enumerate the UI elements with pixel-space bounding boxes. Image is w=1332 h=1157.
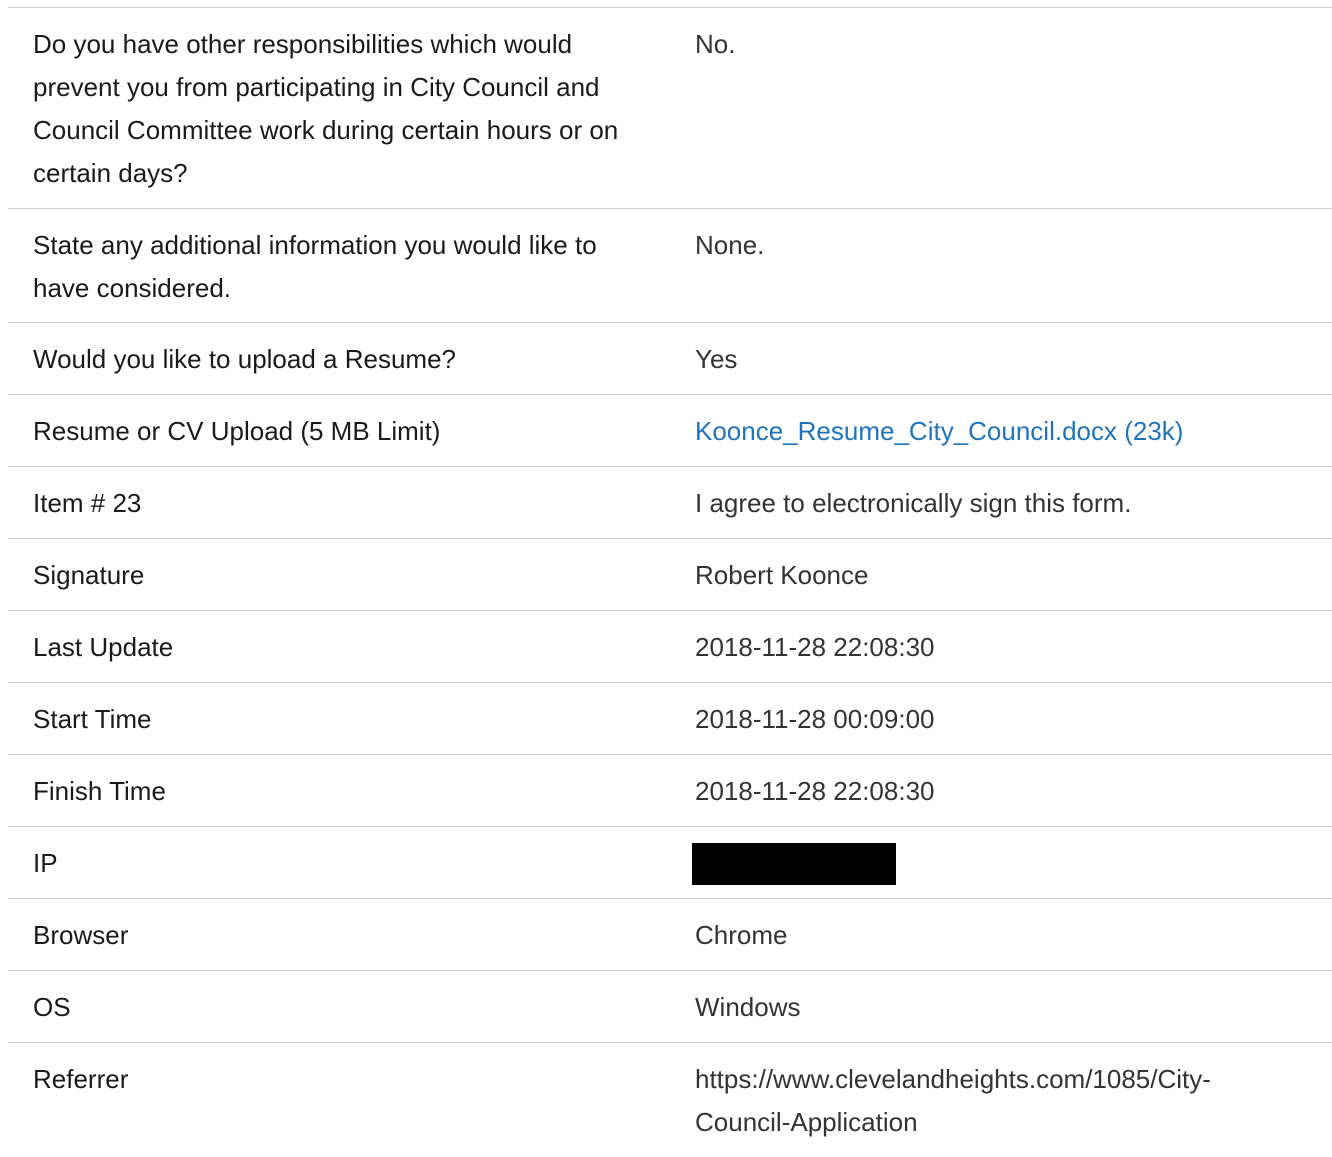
table-row: IP bbox=[8, 827, 1332, 899]
field-label: Browser bbox=[33, 920, 129, 950]
field-value: 2018-11-28 22:08:30 bbox=[695, 632, 935, 662]
redacted-ip-block bbox=[692, 843, 896, 885]
field-value: I agree to electronically sign this form… bbox=[695, 488, 1132, 518]
table-row: Last Update 2018-11-28 22:08:30 bbox=[8, 611, 1332, 683]
table-row: Browser Chrome bbox=[8, 899, 1332, 971]
field-label: Last Update bbox=[33, 632, 174, 662]
field-value bbox=[670, 827, 1332, 898]
field-label: Would you like to upload a Resume? bbox=[33, 344, 456, 374]
field-label: Start Time bbox=[33, 704, 152, 734]
resume-file-link[interactable]: Koonce_Resume_City_Council.docx (23k) bbox=[695, 416, 1183, 446]
field-label: Item # 23 bbox=[33, 488, 142, 518]
table-row: Finish Time 2018-11-28 22:08:30 bbox=[8, 755, 1332, 827]
field-value: No. bbox=[695, 29, 736, 59]
field-value: https://www.clevelandheights.com/1085/Ci… bbox=[695, 1064, 1211, 1137]
table-row: State any additional information you wou… bbox=[8, 209, 1332, 323]
field-value: Chrome bbox=[695, 920, 788, 950]
field-label: Referrer bbox=[33, 1064, 129, 1094]
table-row: Referrer https://www.clevelandheights.co… bbox=[8, 1043, 1332, 1157]
field-value: 2018-11-28 00:09:00 bbox=[695, 704, 935, 734]
field-value: None. bbox=[695, 230, 765, 260]
field-label: IP bbox=[33, 848, 58, 878]
field-label: OS bbox=[33, 992, 71, 1022]
field-label: Do you have other responsibilities which… bbox=[33, 29, 619, 188]
submission-details-table: Do you have other responsibilities which… bbox=[8, 7, 1332, 1157]
table-row: Would you like to upload a Resume? Yes bbox=[8, 323, 1332, 395]
table-row: Signature Robert Koonce bbox=[8, 539, 1332, 611]
table-row: Item # 23 I agree to electronically sign… bbox=[8, 467, 1332, 539]
field-label: Finish Time bbox=[33, 776, 166, 806]
table-row: Resume or CV Upload (5 MB Limit) Koonce_… bbox=[8, 395, 1332, 467]
table-row: OS Windows bbox=[8, 971, 1332, 1043]
field-value: Windows bbox=[695, 992, 801, 1022]
field-value: Yes bbox=[695, 344, 738, 374]
field-value: Koonce_Resume_City_Council.docx (23k) bbox=[670, 395, 1332, 466]
field-value: 2018-11-28 22:08:30 bbox=[695, 776, 935, 806]
field-label: Signature bbox=[33, 560, 145, 590]
field-value: Robert Koonce bbox=[695, 560, 869, 590]
table-row: Do you have other responsibilities which… bbox=[8, 8, 1332, 209]
table-row: Start Time 2018-11-28 00:09:00 bbox=[8, 683, 1332, 755]
field-label: Resume or CV Upload (5 MB Limit) bbox=[33, 416, 441, 446]
field-label: State any additional information you wou… bbox=[33, 230, 597, 303]
